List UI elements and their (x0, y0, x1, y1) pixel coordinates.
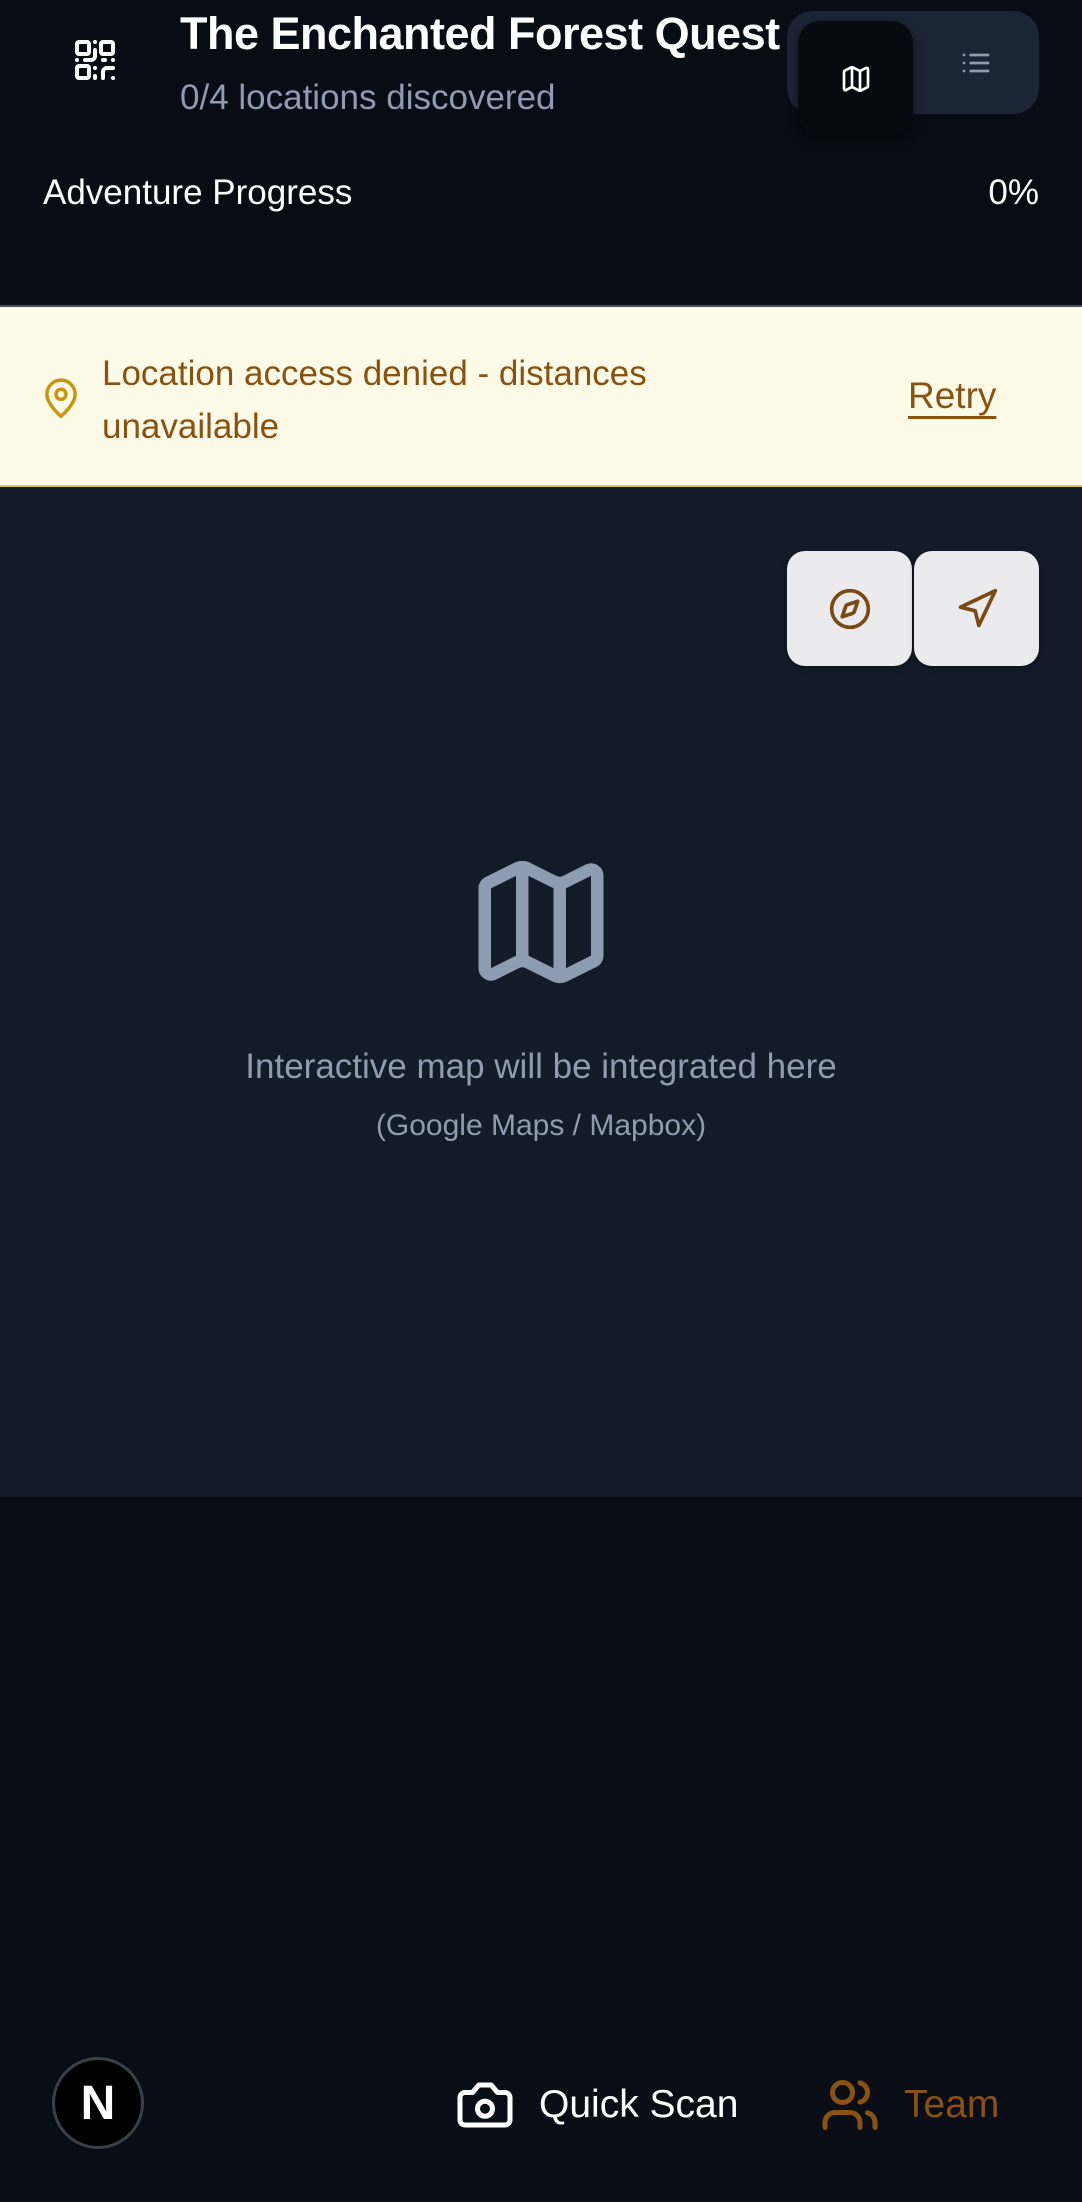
locations-discovered-count: 0/4 locations discovered (180, 78, 556, 117)
header: The Enchanted Forest Quest 0/4 locations… (0, 0, 1082, 305)
quest-title: The Enchanted Forest Quest (180, 8, 780, 59)
progress-value: 0% (988, 173, 1039, 212)
retry-button[interactable]: Retry (908, 375, 996, 417)
quick-scan-label: Quick Scan (539, 2083, 739, 2126)
qr-code-icon (75, 40, 115, 81)
map-view-button[interactable] (798, 21, 913, 136)
qr-scan-button[interactable] (55, 20, 135, 100)
alert-message: Location access denied - distances unava… (102, 354, 647, 446)
location-denied-alert: Location access denied - distances unava… (0, 305, 1082, 487)
map-container[interactable]: Interactive map will be integrated here … (0, 487, 1082, 1497)
map-pin-icon (45, 378, 77, 419)
list-icon (962, 53, 990, 72)
quick-scan-button[interactable]: Quick Scan (455, 2075, 738, 2135)
avatar[interactable]: N (52, 2057, 144, 2149)
map-placeholder-text: Interactive map will be integrated here (245, 1047, 837, 1086)
navigation-icon (958, 588, 997, 627)
locate-me-button[interactable] (914, 551, 1039, 666)
users-icon (822, 2080, 878, 2130)
map-icon (842, 65, 869, 92)
compass-button[interactable] (787, 551, 912, 666)
list-view-button[interactable] (913, 11, 1039, 114)
progress-label: Adventure Progress (43, 173, 353, 212)
map-placeholder-subtext: (Google Maps / Mapbox) (375, 1109, 707, 1142)
team-label: Team (904, 2083, 1000, 2126)
camera-icon (457, 2082, 513, 2128)
team-button[interactable]: Team (820, 2073, 999, 2137)
app-screen: The Enchanted Forest Quest 0/4 locations… (0, 0, 1082, 2202)
view-toggle (787, 11, 1039, 136)
compass-icon (829, 588, 870, 629)
map-placeholder-icon (478, 860, 604, 984)
